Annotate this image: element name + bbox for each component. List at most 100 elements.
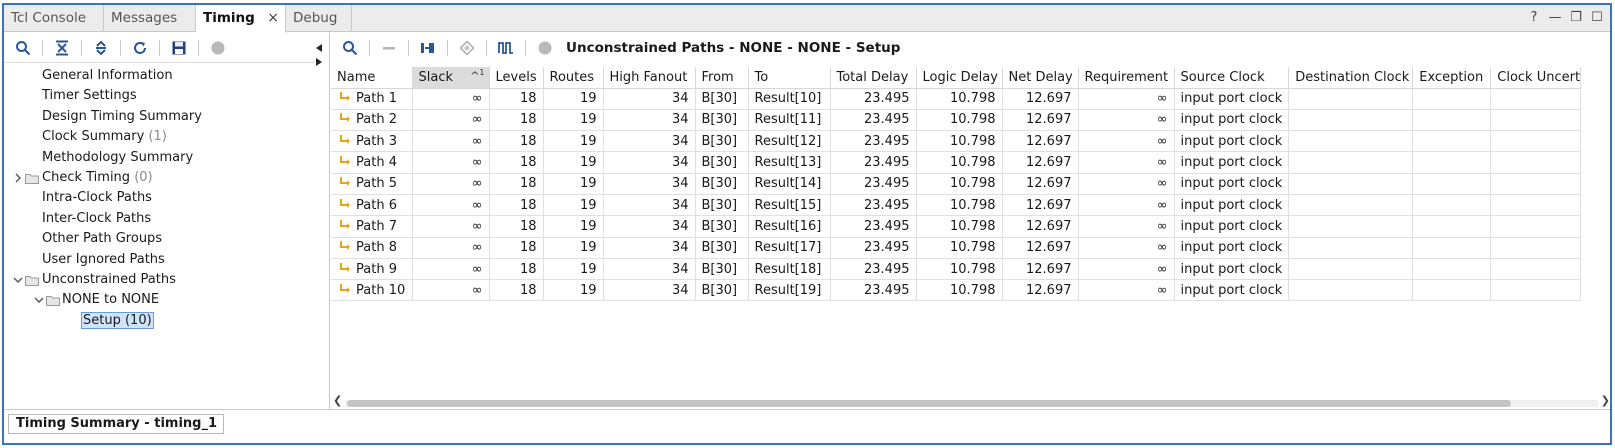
column-header-from[interactable]: From [695,67,749,89]
cell-routes: 19 [543,258,604,281]
tree-item-clock-summary[interactable]: Clock Summary (1) [42,128,167,146]
tree-item-label: Unconstrained Paths [42,272,176,287]
path-name: Path 8 [356,240,397,256]
close-icon[interactable]: × [267,5,279,31]
panel-collapse-arrows[interactable] [314,43,324,73]
column-header-source-clock[interactable]: Source Clock [1174,67,1290,89]
cell-total-delay: 23.495 [830,151,917,174]
column-header-slack[interactable]: Slack ^1 [412,67,490,89]
column-header-destination-clock[interactable]: Destination Clock [1288,67,1414,89]
tree-item-none-to-none[interactable]: NONE to NONE [62,291,159,309]
cell-clock-uncertainty [1490,194,1582,217]
column-header-to[interactable]: To [748,67,831,89]
tree-item-user-ignored-paths[interactable]: User Ignored Paths [42,251,165,269]
tab-timing-summary[interactable]: Timing Summary - timing_1 [8,414,224,434]
column-header-label: Routes [549,69,595,85]
table-row[interactable]: Path 1 ∞ 18 19 34 B[30] Result[10] 23.495 10.798… [331,88,1582,110]
tab-tcl-console[interactable]: Tcl Console [4,5,104,32]
tab-timing[interactable]: Timing × [196,5,286,33]
cell-net-delay: 12.697 [1002,88,1079,110]
toolbar-separator [447,40,448,56]
cell-name: Path 6 [331,194,413,217]
scroll-left-icon[interactable]: ❮ [333,394,342,407]
cell-net-delay: 12.697 [1002,130,1079,153]
refresh-icon[interactable] [129,37,151,59]
column-header-requirement[interactable]: Requirement [1078,67,1175,89]
tree-item-unconstrained-paths[interactable]: Unconstrained Paths [42,271,176,289]
waveform-icon[interactable] [495,37,517,59]
tree-item-design-timing-summary[interactable]: Design Timing Summary [42,108,202,126]
table-row[interactable]: Path 3 ∞ 18 19 34 B[30] Result[12] 23.495 10.798… [331,130,1582,153]
search-icon[interactable] [12,37,34,59]
column-header-net-delay[interactable]: Net Delay [1002,67,1079,89]
table-row[interactable]: Path 6 ∞ 18 19 34 B[30] Result[15] 23.495 10.798… [331,194,1582,217]
schematic-icon[interactable] [417,37,439,59]
restore-icon[interactable]: ❐ [1569,8,1583,28]
path-name: Path 1 [356,91,397,107]
column-header-high-fanout[interactable]: High Fanout [603,67,696,89]
scroll-right-icon[interactable]: ❯ [1601,394,1610,407]
tree-item-intra-clock-paths[interactable]: Intra-Clock Paths [42,189,152,207]
cell-slack: ∞ [412,194,490,217]
cell-from: B[30] [695,215,749,238]
table-header-row: Name Slack ^1 Levels Routes High Fanout F… [331,67,1582,89]
table-row[interactable]: Path 8 ∞ 18 19 34 B[30] Result[17] 23.495 10.798… [331,237,1582,259]
tree-item-label: Other Path Groups [42,231,163,247]
tree-item-check-timing[interactable]: Check Timing (0) [42,169,153,187]
minimize-icon[interactable]: — [1548,8,1562,28]
chevron-right-icon[interactable] [13,169,23,190]
tab-label: Timing [203,10,255,26]
folder-icon [25,275,39,286]
tree-item-label: Intra-Clock Paths [42,190,152,206]
column-header-total-delay[interactable]: Total Delay [830,67,917,89]
toolbar-separator [198,39,199,56]
tree-item-general-information[interactable]: General Information [42,67,173,85]
table-row[interactable]: Path 5 ∞ 18 19 34 B[30] Result[14] 23.495 10.798… [331,173,1582,195]
tab-label: Messages [111,10,178,26]
timing-path-icon [340,283,350,293]
paths-toolbar: Unconstrained Paths - NONE - NONE - Setu… [331,33,1610,63]
cell-logic-delay: 10.798 [916,215,1003,238]
help-icon[interactable]: ? [1527,8,1541,28]
tree-item-inter-clock-paths[interactable]: Inter-Clock Paths [42,210,151,228]
cell-slack: ∞ [412,237,490,259]
tree-item-other-path-groups[interactable]: Other Path Groups [42,230,162,248]
cell-routes: 19 [543,173,604,195]
tree-item-timer-settings[interactable]: Timer Settings [42,87,137,105]
tab-debug[interactable]: Debug [286,5,352,32]
table-row[interactable]: Path 2 ∞ 18 19 34 B[30] Result[11] 23.495 10.798… [331,109,1582,132]
tab-label: Timing Summary - timing_1 [16,416,218,431]
search-icon[interactable] [339,37,361,59]
cell-logic-delay: 10.798 [916,88,1003,110]
column-header-clock-uncertainty[interactable]: Clock Uncert [1490,67,1582,89]
cell-requirement: ∞ [1078,258,1175,281]
column-header-levels[interactable]: Levels [489,67,544,89]
cell-clock-uncertainty [1490,151,1582,174]
chevron-down-icon[interactable] [13,271,23,292]
table-row[interactable]: Path 4 ∞ 18 19 34 B[30] Result[13] 23.495 10.798… [331,151,1582,174]
column-header-logic-delay[interactable]: Logic Delay [916,67,1003,89]
horizontal-scrollbar[interactable]: ❮ ❯ [331,394,1610,409]
table-row[interactable]: Path 10 ∞ 18 19 34 B[30] Result[19] 23.495 10.79… [331,279,1582,302]
collapse-all-icon[interactable] [51,37,73,59]
column-header-routes[interactable]: Routes [543,67,604,89]
cell-from: B[30] [695,279,749,302]
table-row[interactable]: Path 7 ∞ 18 19 34 B[30] Result[16] 23.495 10.798… [331,215,1582,238]
maximize-icon[interactable]: ☐ [1590,8,1604,28]
tab-messages[interactable]: Messages [104,5,196,32]
table-row[interactable]: Path 9 ∞ 18 19 34 B[30] Result[18] 23.495 10.798… [331,258,1582,281]
cell-routes: 19 [543,130,604,153]
scrollbar-thumb[interactable] [347,400,1511,407]
tree-item-methodology-summary[interactable]: Methodology Summary [42,149,193,167]
toolbar-separator [369,40,370,56]
tree-item-setup[interactable]: Setup (10) [81,311,154,330]
expand-all-icon[interactable] [90,37,112,59]
cell-to: Result[10] [748,88,831,110]
chevron-down-icon[interactable] [34,291,44,312]
save-icon[interactable] [168,37,190,59]
column-header-name[interactable]: Name [331,67,413,89]
cell-source-clock: input port clock [1174,109,1290,132]
column-header-exception[interactable]: Exception [1412,67,1492,89]
cell-slack: ∞ [412,109,490,132]
cell-clock-uncertainty [1490,258,1582,281]
